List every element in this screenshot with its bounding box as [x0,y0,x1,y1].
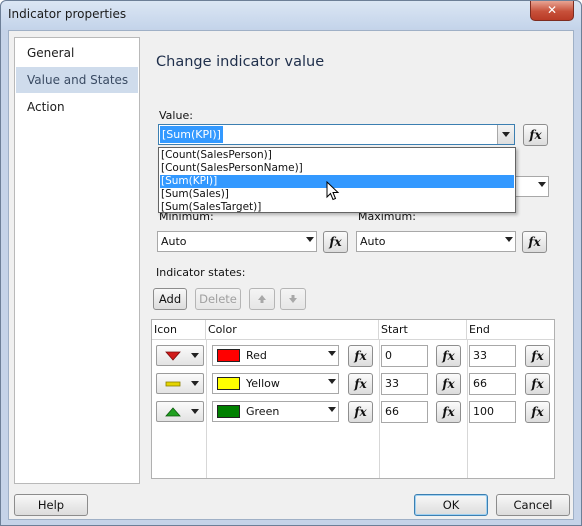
end-input-row-1[interactable]: 33 [469,345,516,367]
column-header-icon: Icon [152,320,206,340]
column-divider [379,340,380,478]
start-input-row-1[interactable]: 0 [381,345,428,367]
maximum-expression-button[interactable]: fx [522,231,547,253]
page-title: Change indicator value [156,54,325,70]
grid-header: Icon Color Start End [152,320,554,340]
chevron-down-icon [505,237,513,242]
value-label: Value: [159,109,193,122]
dropdown-option[interactable]: [Sum(SalesTarget)] [160,201,514,214]
minimum-value: Auto [161,235,187,248]
value-dropdown-list: [Count(SalesPerson)] [Count(SalesPersonN… [158,147,516,213]
chevron-down-icon [306,237,314,242]
close-button[interactable]: ✕ [530,1,574,21]
title-bar: Indicator properties ✕ [1,1,581,29]
start-input-row-2[interactable]: 33 [381,373,428,395]
window-title: Indicator properties [8,7,127,21]
color-name: Yellow [246,377,280,390]
color-picker-row-3[interactable]: Green [212,401,339,422]
column-header-end: End [469,323,490,336]
indicator-states-label: Indicator states: [156,266,246,279]
color-swatch-red [217,349,240,362]
column-header-start: Start [379,320,467,340]
color-expression-button-row-1[interactable]: fx [348,345,373,367]
end-expression-button-row-1[interactable]: fx [525,345,550,367]
dropdown-option[interactable]: [Count(SalesPerson)] [160,149,514,162]
arrow-down-icon [289,295,297,303]
add-state-button[interactable]: Add [153,288,187,310]
value-expression-button[interactable]: fx [523,124,548,146]
chevron-down-icon [191,381,199,386]
indicator-states-grid: Icon Color Start End [151,319,555,479]
start-expression-button-row-1[interactable]: fx [436,345,461,367]
end-expression-button-row-2[interactable]: fx [525,373,550,395]
icon-picker-row-1[interactable] [156,345,204,366]
move-down-button[interactable] [280,288,306,310]
end-input-row-3[interactable]: 100 [469,401,516,423]
arrow-up-icon [258,295,266,303]
end-expression-button-row-3[interactable]: fx [525,401,550,423]
color-expression-button-row-3[interactable]: fx [348,401,373,423]
mouse-cursor-icon [326,181,340,201]
ok-button[interactable]: OK [414,494,488,516]
color-picker-row-2[interactable]: Yellow [212,373,339,394]
chevron-down-icon [328,407,336,412]
color-swatch-yellow [217,377,240,390]
value-combobox[interactable]: [Sum(KPI)] [158,124,515,145]
end-input-row-2[interactable]: 66 [469,373,516,395]
chevron-down-icon [191,409,199,414]
cancel-button[interactable]: Cancel [496,494,570,516]
nav-item-general[interactable]: General [16,40,138,66]
chevron-down-icon [191,353,199,358]
maximum-combobox[interactable]: Auto [356,231,516,252]
icon-picker-row-2[interactable] [156,373,204,394]
chevron-down-icon [328,379,336,384]
column-divider [206,340,207,478]
move-up-button[interactable] [249,288,275,310]
start-expression-button-row-2[interactable]: fx [436,373,461,395]
maximum-value: Auto [360,235,386,248]
triangle-up-green-icon [165,407,181,417]
start-expression-button-row-3[interactable]: fx [436,401,461,423]
chevron-down-icon [502,132,510,137]
nav-item-value-and-states[interactable]: Value and States [16,67,138,93]
color-name: Green [246,405,280,418]
help-button[interactable]: Help [14,494,88,516]
chevron-down-icon [538,182,546,187]
chevron-down-icon [328,351,336,356]
start-input-row-3[interactable]: 66 [381,401,428,423]
dropdown-option[interactable]: [Count(SalesPersonName)] [160,162,514,175]
icon-picker-row-3[interactable] [156,401,204,422]
column-divider [467,340,468,478]
dash-yellow-icon [165,381,181,387]
nav-item-action[interactable]: Action [16,94,138,120]
color-picker-row-1[interactable]: Red [212,345,339,366]
navigation-pane: General Value and States Action [14,37,140,484]
value-current: [Sum(KPI)] [160,126,223,143]
color-name: Red [246,349,267,362]
value-dropdown-button[interactable] [497,125,514,144]
column-header-color: Color [206,320,379,340]
delete-state-button[interactable]: Delete [195,288,241,310]
triangle-down-red-icon [165,351,181,361]
color-swatch-green [217,405,240,418]
minimum-combobox[interactable]: Auto [157,231,317,252]
minimum-expression-button[interactable]: fx [323,231,348,253]
indicator-properties-dialog: Indicator properties ✕ General Value and… [0,0,582,526]
color-expression-button-row-2[interactable]: fx [348,373,373,395]
